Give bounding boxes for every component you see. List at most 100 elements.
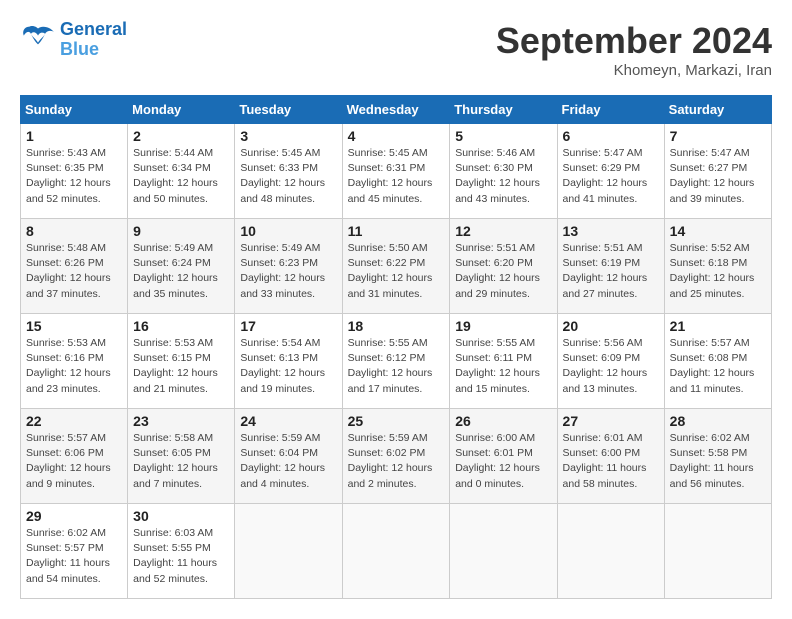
day-info: Sunrise: 6:03 AM Sunset: 5:55 PM Dayligh…	[133, 526, 229, 587]
day-info: Sunrise: 5:53 AM Sunset: 6:15 PM Dayligh…	[133, 336, 229, 397]
calendar-cell: 9 Sunrise: 5:49 AM Sunset: 6:24 PM Dayli…	[128, 219, 235, 314]
calendar-cell: 25 Sunrise: 5:59 AM Sunset: 6:02 PM Dayl…	[342, 409, 450, 504]
calendar-cell: 19 Sunrise: 5:55 AM Sunset: 6:11 PM Dayl…	[450, 314, 557, 409]
calendar-cell: 27 Sunrise: 6:01 AM Sunset: 6:00 PM Dayl…	[557, 409, 664, 504]
calendar-cell: 28 Sunrise: 6:02 AM Sunset: 5:58 PM Dayl…	[664, 409, 771, 504]
weekday-header-sunday: Sunday	[21, 96, 128, 124]
calendar-cell: 8 Sunrise: 5:48 AM Sunset: 6:26 PM Dayli…	[21, 219, 128, 314]
day-number: 19	[455, 318, 551, 334]
day-info: Sunrise: 5:45 AM Sunset: 6:33 PM Dayligh…	[240, 146, 336, 207]
calendar-cell: 13 Sunrise: 5:51 AM Sunset: 6:19 PM Dayl…	[557, 219, 664, 314]
day-number: 14	[670, 223, 766, 239]
calendar-cell: 23 Sunrise: 5:58 AM Sunset: 6:05 PM Dayl…	[128, 409, 235, 504]
day-number: 24	[240, 413, 336, 429]
calendar-cell: 1 Sunrise: 5:43 AM Sunset: 6:35 PM Dayli…	[21, 124, 128, 219]
calendar-cell: 15 Sunrise: 5:53 AM Sunset: 6:16 PM Dayl…	[21, 314, 128, 409]
day-number: 13	[563, 223, 659, 239]
day-info: Sunrise: 5:52 AM Sunset: 6:18 PM Dayligh…	[670, 241, 766, 302]
calendar-cell	[557, 504, 664, 599]
calendar-week-5: 29 Sunrise: 6:02 AM Sunset: 5:57 PM Dayl…	[21, 504, 772, 599]
calendar-cell: 21 Sunrise: 5:57 AM Sunset: 6:08 PM Dayl…	[664, 314, 771, 409]
day-number: 27	[563, 413, 659, 429]
day-number: 25	[348, 413, 445, 429]
day-number: 6	[563, 128, 659, 144]
calendar-cell: 5 Sunrise: 5:46 AM Sunset: 6:30 PM Dayli…	[450, 124, 557, 219]
calendar-cell: 3 Sunrise: 5:45 AM Sunset: 6:33 PM Dayli…	[235, 124, 342, 219]
day-info: Sunrise: 5:44 AM Sunset: 6:34 PM Dayligh…	[133, 146, 229, 207]
day-number: 12	[455, 223, 551, 239]
day-number: 9	[133, 223, 229, 239]
day-info: Sunrise: 5:57 AM Sunset: 6:06 PM Dayligh…	[26, 431, 122, 492]
day-number: 22	[26, 413, 122, 429]
day-info: Sunrise: 6:02 AM Sunset: 5:57 PM Dayligh…	[26, 526, 122, 587]
calendar-week-3: 15 Sunrise: 5:53 AM Sunset: 6:16 PM Dayl…	[21, 314, 772, 409]
day-number: 2	[133, 128, 229, 144]
day-number: 8	[26, 223, 122, 239]
logo: General Blue	[20, 20, 127, 60]
day-number: 21	[670, 318, 766, 334]
weekday-header-tuesday: Tuesday	[235, 96, 342, 124]
calendar-cell: 7 Sunrise: 5:47 AM Sunset: 6:27 PM Dayli…	[664, 124, 771, 219]
logo-text: General Blue	[60, 20, 127, 60]
weekday-header-monday: Monday	[128, 96, 235, 124]
day-number: 18	[348, 318, 445, 334]
day-info: Sunrise: 5:48 AM Sunset: 6:26 PM Dayligh…	[26, 241, 122, 302]
day-info: Sunrise: 5:49 AM Sunset: 6:23 PM Dayligh…	[240, 241, 336, 302]
calendar-cell: 26 Sunrise: 6:00 AM Sunset: 6:01 PM Dayl…	[450, 409, 557, 504]
day-number: 3	[240, 128, 336, 144]
day-info: Sunrise: 5:55 AM Sunset: 6:11 PM Dayligh…	[455, 336, 551, 397]
day-info: Sunrise: 5:51 AM Sunset: 6:20 PM Dayligh…	[455, 241, 551, 302]
day-info: Sunrise: 5:43 AM Sunset: 6:35 PM Dayligh…	[26, 146, 122, 207]
calendar-table: SundayMondayTuesdayWednesdayThursdayFrid…	[20, 95, 772, 599]
title-block: September 2024 Khomeyn, Markazi, Iran	[496, 20, 772, 79]
day-info: Sunrise: 5:51 AM Sunset: 6:19 PM Dayligh…	[563, 241, 659, 302]
day-number: 30	[133, 508, 229, 524]
weekday-header-row: SundayMondayTuesdayWednesdayThursdayFrid…	[21, 96, 772, 124]
day-number: 5	[455, 128, 551, 144]
day-info: Sunrise: 6:02 AM Sunset: 5:58 PM Dayligh…	[670, 431, 766, 492]
day-number: 17	[240, 318, 336, 334]
day-number: 28	[670, 413, 766, 429]
day-number: 20	[563, 318, 659, 334]
calendar-week-4: 22 Sunrise: 5:57 AM Sunset: 6:06 PM Dayl…	[21, 409, 772, 504]
weekday-header-thursday: Thursday	[450, 96, 557, 124]
calendar-cell	[342, 504, 450, 599]
calendar-cell: 17 Sunrise: 5:54 AM Sunset: 6:13 PM Dayl…	[235, 314, 342, 409]
day-info: Sunrise: 5:53 AM Sunset: 6:16 PM Dayligh…	[26, 336, 122, 397]
calendar-cell: 4 Sunrise: 5:45 AM Sunset: 6:31 PM Dayli…	[342, 124, 450, 219]
calendar-cell: 2 Sunrise: 5:44 AM Sunset: 6:34 PM Dayli…	[128, 124, 235, 219]
calendar-cell: 24 Sunrise: 5:59 AM Sunset: 6:04 PM Dayl…	[235, 409, 342, 504]
day-info: Sunrise: 5:59 AM Sunset: 6:04 PM Dayligh…	[240, 431, 336, 492]
day-number: 11	[348, 223, 445, 239]
day-number: 1	[26, 128, 122, 144]
day-info: Sunrise: 6:01 AM Sunset: 6:00 PM Dayligh…	[563, 431, 659, 492]
calendar-cell: 22 Sunrise: 5:57 AM Sunset: 6:06 PM Dayl…	[21, 409, 128, 504]
day-info: Sunrise: 5:49 AM Sunset: 6:24 PM Dayligh…	[133, 241, 229, 302]
calendar-cell: 11 Sunrise: 5:50 AM Sunset: 6:22 PM Dayl…	[342, 219, 450, 314]
day-info: Sunrise: 5:50 AM Sunset: 6:22 PM Dayligh…	[348, 241, 445, 302]
day-number: 15	[26, 318, 122, 334]
day-info: Sunrise: 5:56 AM Sunset: 6:09 PM Dayligh…	[563, 336, 659, 397]
calendar-cell: 12 Sunrise: 5:51 AM Sunset: 6:20 PM Dayl…	[450, 219, 557, 314]
calendar-cell: 18 Sunrise: 5:55 AM Sunset: 6:12 PM Dayl…	[342, 314, 450, 409]
calendar-cell: 16 Sunrise: 5:53 AM Sunset: 6:15 PM Dayl…	[128, 314, 235, 409]
month-title: September 2024	[496, 20, 772, 62]
day-number: 16	[133, 318, 229, 334]
calendar-cell: 6 Sunrise: 5:47 AM Sunset: 6:29 PM Dayli…	[557, 124, 664, 219]
day-info: Sunrise: 6:00 AM Sunset: 6:01 PM Dayligh…	[455, 431, 551, 492]
day-info: Sunrise: 5:58 AM Sunset: 6:05 PM Dayligh…	[133, 431, 229, 492]
calendar-cell: 14 Sunrise: 5:52 AM Sunset: 6:18 PM Dayl…	[664, 219, 771, 314]
day-info: Sunrise: 5:46 AM Sunset: 6:30 PM Dayligh…	[455, 146, 551, 207]
page-header: General Blue September 2024 Khomeyn, Mar…	[20, 20, 772, 79]
calendar-cell	[664, 504, 771, 599]
calendar-cell: 29 Sunrise: 6:02 AM Sunset: 5:57 PM Dayl…	[21, 504, 128, 599]
day-number: 26	[455, 413, 551, 429]
day-info: Sunrise: 5:47 AM Sunset: 6:29 PM Dayligh…	[563, 146, 659, 207]
weekday-header-saturday: Saturday	[664, 96, 771, 124]
day-info: Sunrise: 5:55 AM Sunset: 6:12 PM Dayligh…	[348, 336, 445, 397]
weekday-header-wednesday: Wednesday	[342, 96, 450, 124]
day-info: Sunrise: 5:57 AM Sunset: 6:08 PM Dayligh…	[670, 336, 766, 397]
calendar-cell	[235, 504, 342, 599]
calendar-cell: 30 Sunrise: 6:03 AM Sunset: 5:55 PM Dayl…	[128, 504, 235, 599]
location-subtitle: Khomeyn, Markazi, Iran	[496, 62, 772, 79]
